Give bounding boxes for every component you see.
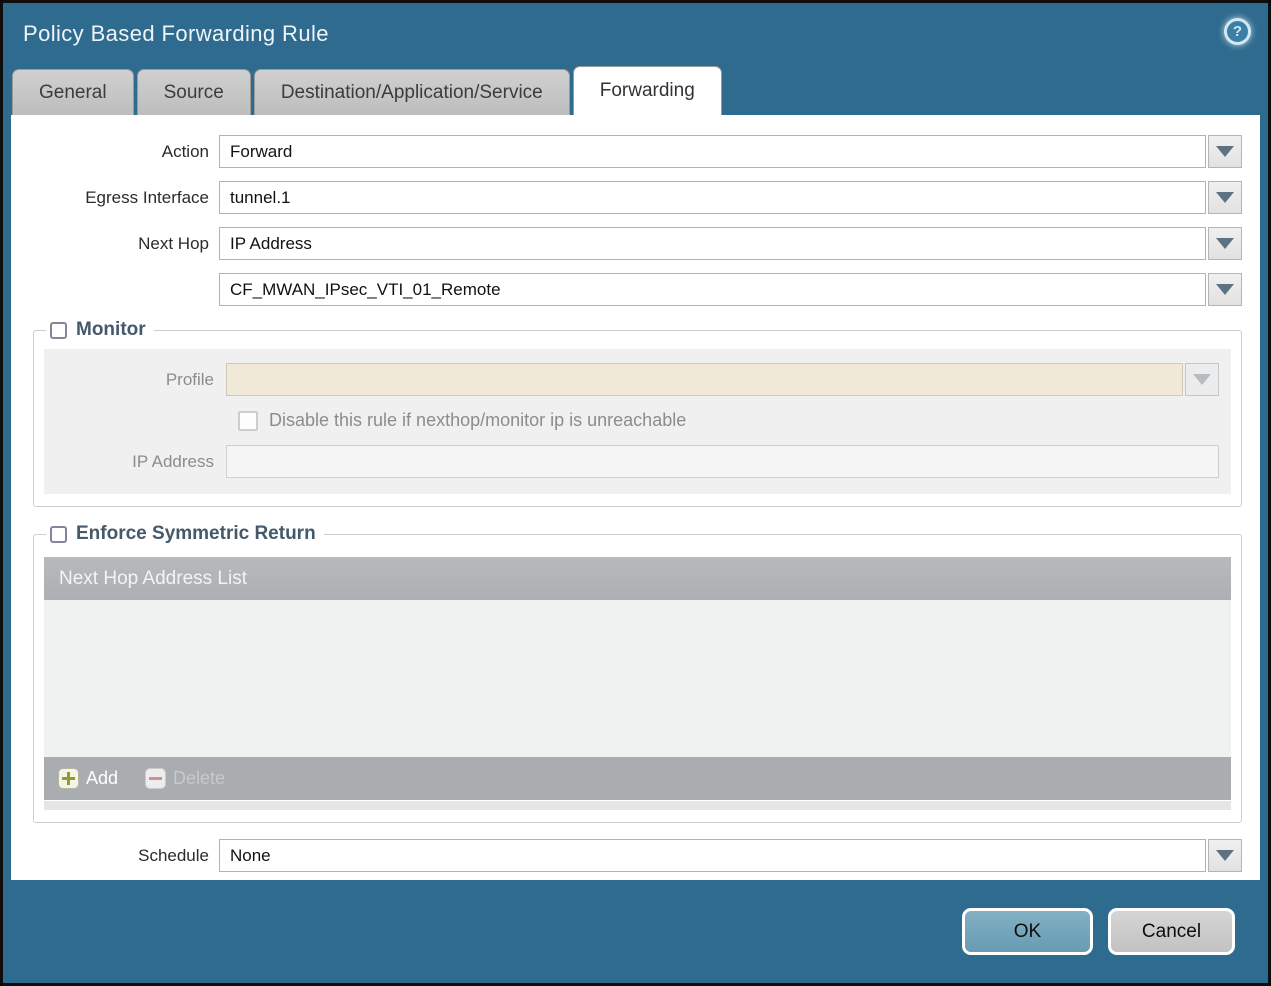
add-button-label: Add <box>86 768 119 788</box>
next-hop-address-list-header: Next Hop Address List <box>44 557 1231 600</box>
egress-interface-dropdown-button[interactable] <box>1208 181 1242 214</box>
schedule-label: Schedule <box>138 845 209 865</box>
add-button[interactable]: Add <box>58 768 118 789</box>
profile-select[interactable] <box>226 363 1183 396</box>
chevron-down-icon <box>1216 238 1234 249</box>
next-hop-address-select[interactable]: CF_MWAN_IPsec_VTI_01_Remote <box>219 273 1206 306</box>
action-label: Action <box>161 141 209 161</box>
add-plus-icon <box>58 768 79 789</box>
monitor-section: Monitor Profile Disable this rule if nex… <box>33 319 1242 507</box>
tab-source[interactable]: Source <box>136 69 251 115</box>
action-select[interactable]: Forward <box>219 135 1206 168</box>
action-dropdown-button[interactable] <box>1208 135 1242 168</box>
chevron-down-icon <box>1216 192 1234 203</box>
disable-rule-label: Disable this rule if nexthop/monitor ip … <box>269 410 687 430</box>
ok-button[interactable]: OK <box>962 908 1093 955</box>
next-hop-address-list-body <box>44 600 1231 757</box>
cancel-button[interactable]: Cancel <box>1108 908 1235 955</box>
next-hop-row: Next Hop IP Address <box>19 227 1242 260</box>
egress-interface-label: Egress Interface <box>85 187 209 207</box>
next-hop-label: Next Hop <box>138 233 209 253</box>
action-row: Action Forward <box>19 135 1242 168</box>
enforce-symmetric-return-title: Enforce Symmetric Return <box>76 523 316 544</box>
monitor-section-title: Monitor <box>76 319 146 340</box>
schedule-row: Schedule None <box>19 839 1242 872</box>
dialog-title: Policy Based Forwarding Rule <box>23 21 329 46</box>
tab-bar: General Source Destination/Application/S… <box>3 65 1268 115</box>
table-scroll-strip <box>44 801 1231 810</box>
help-icon[interactable]: ? <box>1224 18 1251 45</box>
profile-dropdown-button[interactable] <box>1185 363 1219 396</box>
disable-rule-row: Disable this rule if nexthop/monitor ip … <box>238 410 1219 431</box>
monitor-ip-address-label: IP Address <box>132 451 214 471</box>
egress-interface-select[interactable]: tunnel.1 <box>219 181 1206 214</box>
egress-interface-row: Egress Interface tunnel.1 <box>19 181 1242 214</box>
next-hop-dropdown-button[interactable] <box>1208 227 1242 260</box>
delete-minus-icon <box>145 768 167 789</box>
chevron-down-icon <box>1216 284 1234 295</box>
monitor-ip-address-row: IP Address <box>56 445 1219 478</box>
chevron-down-icon <box>1216 146 1234 157</box>
dialog-footer: OK Cancel <box>3 880 1268 983</box>
monitor-ip-address-input[interactable] <box>226 445 1219 478</box>
chevron-down-icon <box>1193 374 1211 385</box>
next-hop-address-list-toolbar: Add Delete <box>44 757 1231 800</box>
next-hop-select[interactable]: IP Address <box>219 227 1206 260</box>
delete-button[interactable]: Delete <box>145 768 225 789</box>
profile-row: Profile <box>56 363 1219 396</box>
next-hop-address-dropdown-button[interactable] <box>1208 273 1242 306</box>
enforce-symmetric-return-checkbox[interactable] <box>50 525 67 543</box>
enforce-symmetric-return-section: Enforce Symmetric Return Next Hop Addres… <box>33 523 1242 823</box>
policy-based-forwarding-rule-dialog: Policy Based Forwarding Rule ? General S… <box>0 0 1271 986</box>
schedule-select[interactable]: None <box>219 839 1206 872</box>
next-hop-address-row: CF_MWAN_IPsec_VTI_01_Remote <box>19 273 1242 306</box>
next-hop-address-list-table: Next Hop Address List Add Delete <box>44 557 1231 810</box>
monitor-panel: Profile Disable this rule if nexthop/mon… <box>44 349 1231 494</box>
dialog-titlebar: Policy Based Forwarding Rule ? <box>3 3 1268 65</box>
tab-destination-application-service[interactable]: Destination/Application/Service <box>253 69 570 115</box>
delete-button-label: Delete <box>173 768 226 788</box>
tab-general[interactable]: General <box>12 69 134 115</box>
monitor-checkbox[interactable] <box>50 321 67 339</box>
chevron-down-icon <box>1216 850 1234 861</box>
disable-rule-checkbox[interactable] <box>238 410 258 431</box>
profile-label: Profile <box>165 369 214 389</box>
tab-content-forwarding: Action Forward Egress Interface tunnel.1… <box>11 115 1260 880</box>
tab-forwarding[interactable]: Forwarding <box>572 66 722 115</box>
schedule-dropdown-button[interactable] <box>1208 839 1242 872</box>
